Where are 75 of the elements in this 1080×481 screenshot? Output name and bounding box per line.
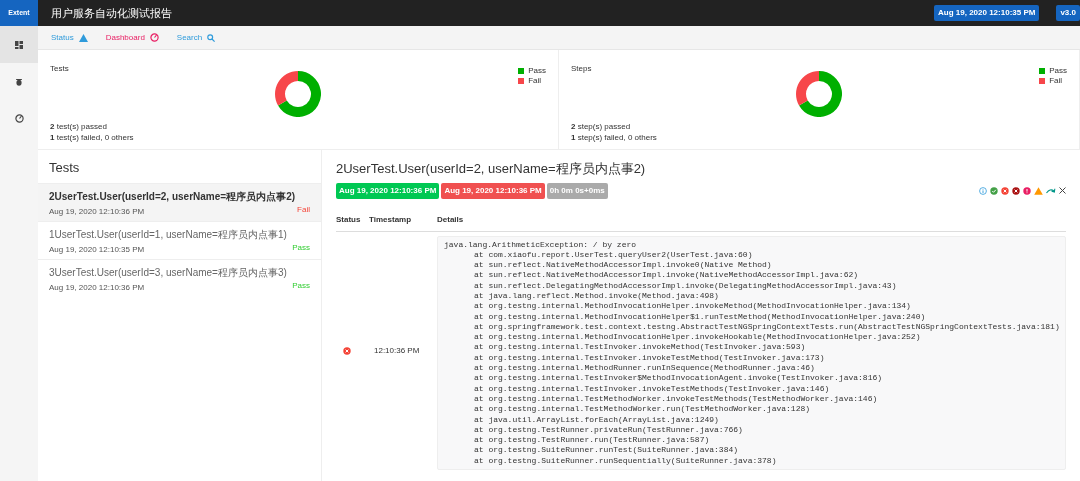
stack-trace-line: at org.testng.internal.MethodInvocationHelper.invokeMethod(MethodInvocationHelper.java:134) — [473, 301, 912, 312]
column-header: Timestamp — [369, 210, 437, 232]
stack-trace-line: at org.testng.internal.TestInvoker$MethodInvocationAgent.invoke(TestInvoker.java:816) — [473, 373, 884, 384]
stack-trace-line: at org.testng.internal.MethodInvocationHelper$1.runTestMethod(MethodInvocationHelper.java:240) — [473, 311, 927, 322]
column-header: Details — [437, 210, 1066, 232]
test-name: 1UserTest.User(userId=1, userName=程序员内点事1) — [49, 228, 288, 242]
stack-trace-line: at java.lang.reflect.Method.invoke(Method.java:498) — [473, 291, 720, 302]
stack-trace-line: at sun.reflect.NativeMethodAccessorImpl.invoke(NativeMethodAccessorImpl.java:62) — [473, 270, 860, 281]
skip-arrow-icon[interactable] — [1046, 187, 1056, 194]
gauge-icon — [149, 33, 159, 42]
test-name: 2UserTest.User(userId=2, userName=程序员内点事2) — [49, 190, 297, 204]
status-label: Fail — [297, 204, 310, 216]
dashboard-icon — [15, 40, 23, 49]
stack-trace-line: java.lang.ArithmeticException: / by zero — [444, 239, 638, 250]
stack-trace-line: at org.testng.internal.MethodRunner.runInSequence(MethodRunner.java:46) — [473, 363, 816, 374]
legend-label: Fail — [528, 75, 542, 87]
status-label: Pass — [292, 242, 310, 254]
nav-link[interactable]: Dashboard — [105, 31, 159, 44]
card-title: Tests — [50, 63, 69, 75]
test-time: Aug 19, 2020 12:10:35 PM — [49, 244, 145, 256]
legend-label: Pass — [1049, 65, 1067, 77]
error-circle-icon — [343, 346, 351, 355]
stack-trace-line: at org.testng.TestRunner.privateRun(TestRunner.java:766) — [473, 424, 744, 436]
log-timestamp: 12:10:36 PM — [374, 344, 420, 357]
test-list-item[interactable]: 2UserTest.User(userId=2, userName=程序员内点事2) Aug 19, 2020 12:10:36 PM Fail — [38, 183, 321, 221]
stack-trace-line: at org.testng.internal.TestInvoker.invokeMethod(TestInvoker.java:593) — [473, 342, 807, 353]
stack-trace-line: at org.testng.internal.MethodInvocationHelper.invokeHookable(MethodInvocationHelper.java:252) — [473, 332, 922, 343]
alert-circle-icon[interactable] — [1023, 186, 1031, 195]
summary-text: 1 test(s) failed, 0 others — [50, 132, 134, 143]
stack-trace-line: at org.testng.internal.TestInvoker.invokeTestMethod(TestInvoker.java:173) — [473, 352, 826, 364]
time-badge: Aug 19, 2020 12:10:36 PM — [441, 182, 545, 199]
card-title: Steps — [571, 63, 592, 75]
bug-icon — [15, 77, 23, 86]
stack-trace-line: at org.testng.internal.TestInvoker.invokeTestMethods(TestInvoker.java:146) — [473, 383, 831, 394]
warning-icon — [78, 33, 88, 42]
test-list-item[interactable]: 1UserTest.User(userId=1, userName=程序员内点事1) Aug 19, 2020 12:10:35 PM Pass — [38, 221, 321, 259]
stack-trace-line: at org.testng.internal.TestMethodWorker.run(TestMethodWorker.java:128) — [473, 404, 812, 415]
stack-trace-line: at com.xiaofu.report.UserTest.queryUser2(UserTest.java:60) — [473, 249, 754, 261]
nav-link[interactable]: Search — [176, 31, 216, 44]
report-title: 用户服务自动化测试报告 — [51, 5, 173, 21]
summary-text: 1 step(s) failed, 0 others — [571, 132, 657, 143]
stack-trace-line: at org.testng.SuiteRunner.runSequentially(SuiteRunner.java:378) — [473, 455, 778, 467]
stack-trace-line: at org.testng.TestRunner.run(TestRunner.java:587) — [473, 435, 711, 446]
check-circle-icon[interactable] — [990, 186, 998, 195]
stack-trace-line: at sun.reflect.DelegatingMethodAccessorImpl.invoke(DelegatingMethodAccessorImpl.java:43) — [473, 280, 898, 291]
test-list-item[interactable]: 3UserTest.User(userId=3, userName=程序员内点事3) Aug 19, 2020 12:10:36 PM Pass — [38, 259, 321, 297]
section-heading: Tests — [48, 159, 81, 177]
legend-label: Fail — [1049, 75, 1063, 87]
info-icon[interactable] — [979, 186, 987, 195]
time-badge: 0h 0m 0s+0ms — [546, 182, 608, 199]
column-header: Status — [336, 210, 369, 232]
test-name: 3UserTest.User(userId=3, userName=程序员内点事3) — [49, 266, 288, 280]
stack-trace-line: at sun.reflect.NativeMethodAccessorImpl.invoke0(Native Method) — [473, 260, 773, 271]
stack-trace-line: at org.testng.SuiteRunner.runTest(SuiteRunner.java:384) — [473, 445, 740, 456]
test-time: Aug 19, 2020 12:10:36 PM — [49, 282, 145, 294]
stack-trace-line: at org.testng.internal.TestMethodWorker.invokeTestMethods(TestMethodWorker.java:146) — [473, 393, 879, 405]
gauge-icon — [14, 114, 24, 123]
summary-text: 2 step(s) passed — [571, 121, 632, 132]
date-badge: Aug 19, 2020 12:10:35 PM — [934, 5, 1040, 21]
error-circle-icon[interactable] — [1001, 186, 1009, 195]
time-badge: Aug 19, 2020 12:10:36 PM — [336, 182, 440, 199]
status-label: Pass — [292, 280, 310, 292]
error-circle-icon[interactable] — [1012, 186, 1020, 195]
nav-link[interactable]: Status — [51, 31, 88, 44]
test-title: 2UserTest.User(userId=2, userName=程序员内点事2) — [336, 160, 647, 178]
stack-trace-line: at org.springframework.test.context.testng.AbstractTestNGSpringContextTests.run(AbstractTestNGSpringContextTests.java:181) — [473, 321, 1059, 333]
test-time: Aug 19, 2020 12:10:36 PM — [49, 206, 145, 218]
warning-icon[interactable] — [1034, 186, 1043, 195]
date-badge: v3.0 — [1056, 5, 1080, 21]
close-icon[interactable] — [1059, 187, 1066, 194]
search-icon — [207, 33, 216, 42]
sidebar-item[interactable] — [0, 26, 38, 63]
legend-label: Pass — [528, 65, 546, 77]
stack-trace-line: at java.util.ArrayList.forEach(ArrayList.java:1249) — [473, 414, 720, 425]
summary-text: 2 test(s) passed — [50, 121, 108, 132]
